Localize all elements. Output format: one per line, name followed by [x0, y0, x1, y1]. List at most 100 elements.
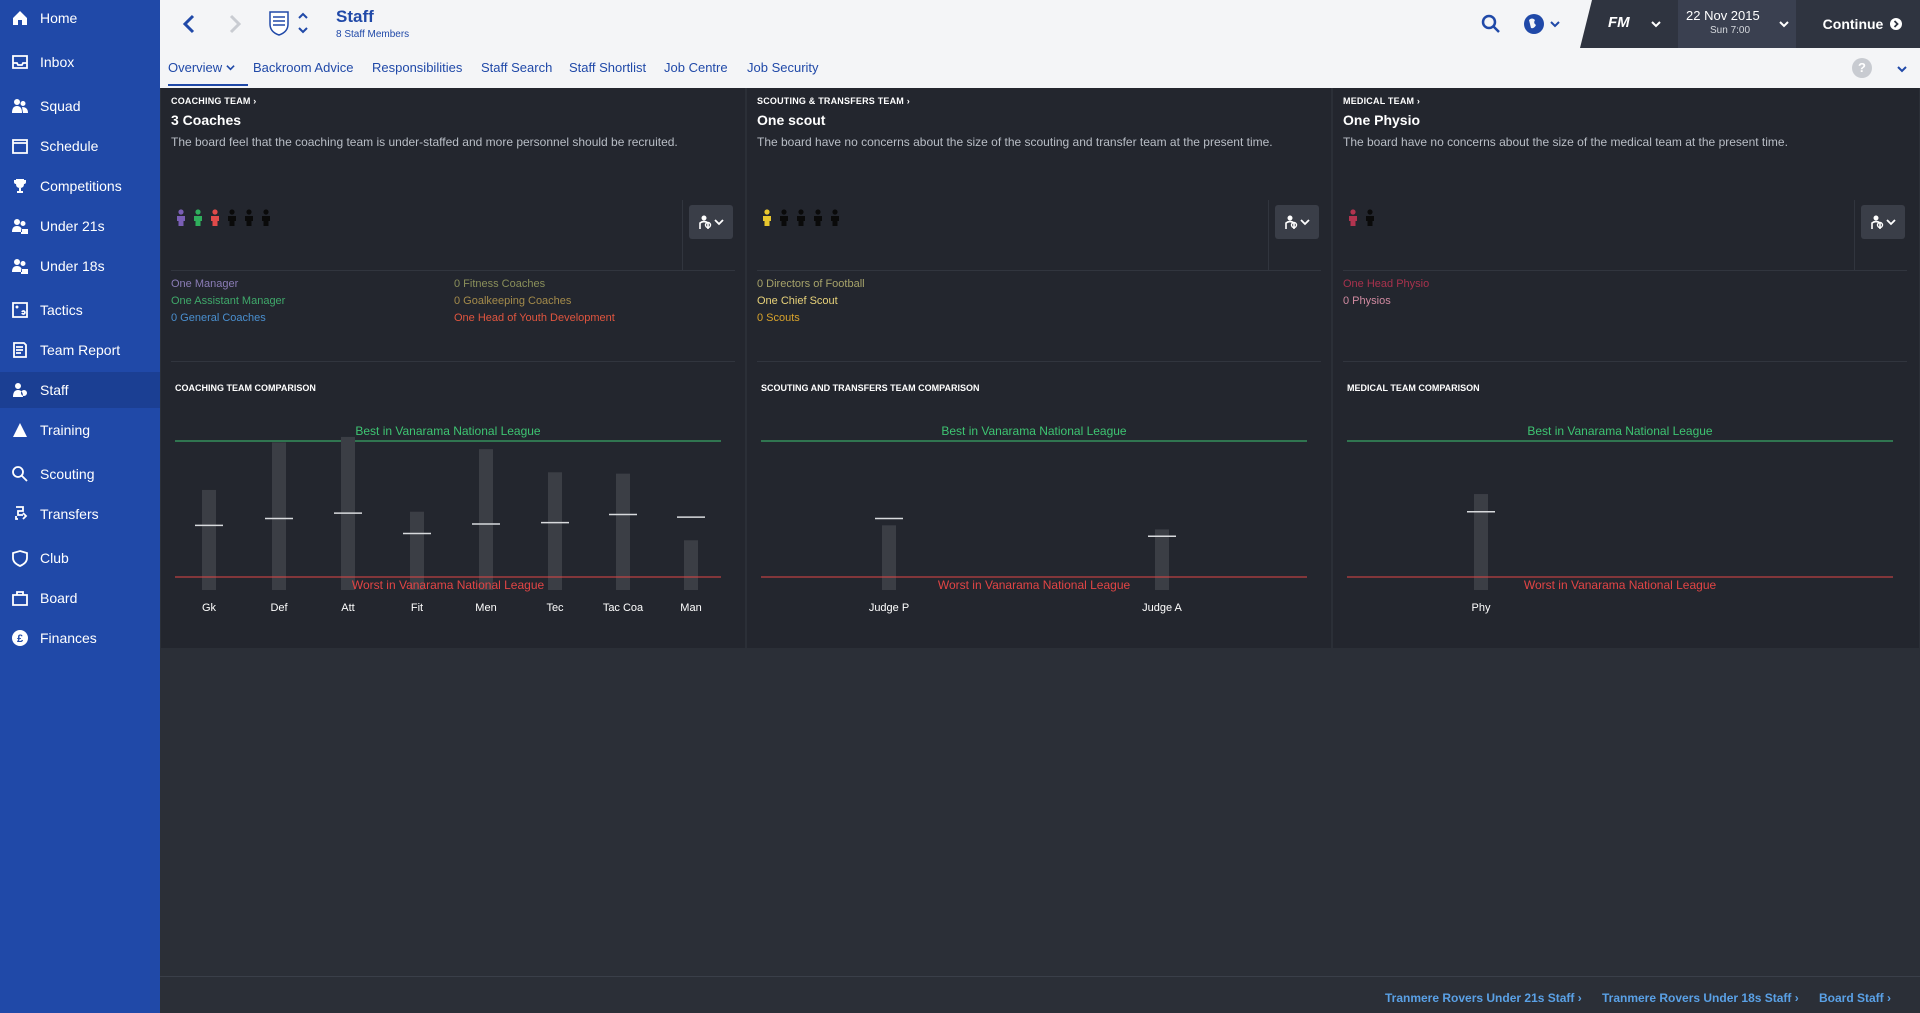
continue-button[interactable]: Continue: [1806, 0, 1920, 48]
staff-role-count[interactable]: One Head of Youth Development: [454, 312, 615, 324]
club-icon: [0, 549, 40, 567]
staff-role-count[interactable]: 0 Physios: [1343, 295, 1391, 307]
club-crest-icon[interactable]: [268, 10, 290, 36]
club-switch-button[interactable]: [297, 10, 309, 36]
staff-role-count[interactable]: 0 Directors of Football: [757, 278, 865, 290]
sidebar-item-under-18s[interactable]: Under 18s: [0, 248, 160, 284]
staff-role-count[interactable]: 0 General Coaches: [171, 312, 266, 324]
category-label: Phy: [1472, 602, 1491, 614]
category-label: Man: [680, 602, 701, 614]
staff-figure-icon: [245, 209, 253, 226]
sidebar-item-tactics[interactable]: Tactics: [0, 292, 160, 328]
divider: [1343, 361, 1907, 362]
coaching-filter-button[interactable]: [689, 205, 733, 239]
staff-figure-icon: [797, 209, 805, 226]
sidebar-item-label: Competitions: [40, 178, 122, 194]
fm-logo[interactable]: FM: [1608, 14, 1630, 31]
category-label: Att: [341, 602, 354, 614]
tab-responsibilities[interactable]: Responsibilities: [372, 60, 462, 75]
staff-role-count[interactable]: One Chief Scout: [757, 295, 838, 307]
sidebar-item-team-report[interactable]: Team Report: [0, 332, 160, 368]
medical-team-link[interactable]: MEDICAL TEAM ›: [1343, 96, 1420, 106]
back-button[interactable]: [178, 12, 202, 36]
sidebar: Home Inbox Squad Schedule Competitions Under …: [0, 0, 160, 1013]
staff-figure-icon: [814, 209, 822, 226]
sidebar-item-squad[interactable]: Squad: [0, 88, 160, 124]
tab-overview[interactable]: Overview: [168, 60, 235, 75]
footer-link-board-staff[interactable]: Board Staff ›: [1819, 991, 1891, 1005]
best-in-league-label: Best in Vanarama National League: [355, 424, 541, 438]
staff-figure-icon: [262, 209, 270, 226]
chevron-down-icon[interactable]: [1650, 18, 1662, 30]
staff-options-icon: [1871, 215, 1896, 229]
chevron-right-icon: [229, 14, 242, 34]
tab-job-security[interactable]: Job Security: [747, 60, 819, 75]
sidebar-item-scouting[interactable]: Scouting: [0, 456, 160, 492]
footer: Tranmere Rovers Under 21s Staff › Tranme…: [160, 976, 1920, 1013]
page-subtitle: 8 Staff Members: [336, 29, 410, 40]
sidebar-item-transfers[interactable]: Transfers: [0, 496, 160, 532]
comparison-bar: [272, 442, 286, 590]
help-icon[interactable]: ?: [1852, 58, 1872, 78]
world-menu-button[interactable]: [1523, 12, 1565, 36]
sidebar-item-finances[interactable]: £ Finances: [0, 620, 160, 656]
medical-comparison-chart: Best in Vanarama National League Phy Worst…: [1347, 424, 1893, 614]
sidebar-item-label: Training: [40, 422, 91, 438]
medical-filter-button[interactable]: [1861, 205, 1905, 239]
tab-staff-shortlist[interactable]: Staff Shortlist: [569, 60, 646, 75]
continue-label: Continue: [1822, 16, 1884, 32]
active-tab-underline: [168, 84, 248, 86]
tab-label: Responsibilities: [372, 60, 463, 75]
sidebar-item-staff[interactable]: Staff: [0, 372, 160, 408]
category-label: Judge P: [869, 602, 909, 614]
sidebar-item-label: Board: [40, 590, 78, 606]
scouting-filter-button[interactable]: [1275, 205, 1319, 239]
staff-role-count[interactable]: One Manager: [171, 278, 238, 290]
sidebar-item-competitions[interactable]: Competitions: [0, 168, 160, 204]
date-display[interactable]: 22 Nov 2015 Sun 7:00: [1678, 0, 1796, 48]
staff-role-count[interactable]: One Head Physio: [1343, 278, 1429, 290]
staff-role-count[interactable]: 0 Fitness Coaches: [454, 278, 545, 290]
scouting-team-link[interactable]: SCOUTING & TRANSFERS TEAM ›: [757, 96, 910, 106]
comparison-bar: [202, 489, 216, 590]
current-date: 22 Nov 2015: [1686, 8, 1760, 23]
sidebar-item-training[interactable]: Training: [0, 412, 160, 448]
trophy-icon: [0, 177, 40, 195]
staff-icon: [0, 381, 40, 399]
search-icon: [1481, 14, 1500, 33]
worst-in-league-label: Worst in Vanarama National League: [1524, 578, 1717, 592]
staff-figure-icon: [831, 209, 839, 226]
forward-button[interactable]: [222, 12, 246, 36]
staff-role-count[interactable]: 0 Scouts: [757, 312, 800, 324]
scouting-icon: [0, 465, 40, 483]
chevron-down-icon[interactable]: [1896, 63, 1908, 75]
sidebar-item-label: Schedule: [40, 138, 99, 154]
search-button[interactable]: [1480, 13, 1502, 35]
worst-in-league-label: Worst in Vanarama National League: [352, 578, 545, 592]
sidebar-item-schedule[interactable]: Schedule: [0, 128, 160, 164]
sidebar-item-inbox[interactable]: Inbox: [0, 44, 160, 80]
tab-staff-search[interactable]: Staff Search: [481, 60, 552, 75]
scouting-team-panel: SCOUTING & TRANSFERS TEAM › One scout Th…: [747, 88, 1331, 648]
sidebar-item-club[interactable]: Club: [0, 540, 160, 576]
divider: [1268, 200, 1269, 270]
transfers-icon: [0, 505, 40, 523]
coaching-team-link[interactable]: COACHING TEAM ›: [171, 96, 257, 106]
category-label: Men: [475, 602, 496, 614]
sidebar-item-home[interactable]: Home: [0, 0, 160, 36]
under21-icon: [0, 217, 40, 235]
footer-link-under18s[interactable]: Tranmere Rovers Under 18s Staff ›: [1602, 991, 1799, 1005]
staff-role-count[interactable]: One Assistant Manager: [171, 295, 285, 307]
sidebar-item-under-21s[interactable]: Under 21s: [0, 208, 160, 244]
comparison-bar: [1474, 494, 1488, 590]
staff-role-count[interactable]: 0 Goalkeeping Coaches: [454, 295, 571, 307]
comparison-bar: [1155, 529, 1169, 590]
medical-description: The board have no concerns about the siz…: [1343, 135, 1788, 149]
footer-link-under21s[interactable]: Tranmere Rovers Under 21s Staff ›: [1385, 991, 1582, 1005]
sidebar-item-board[interactable]: Board: [0, 580, 160, 616]
tab-job-centre[interactable]: Job Centre: [664, 60, 728, 75]
inbox-icon: [0, 53, 40, 71]
page-title: Staff: [336, 7, 374, 26]
tab-backroom-advice[interactable]: Backroom Advice: [253, 60, 353, 75]
sub-tabs: ? Overview Backroom Advice Responsibilitie…: [160, 48, 1920, 88]
